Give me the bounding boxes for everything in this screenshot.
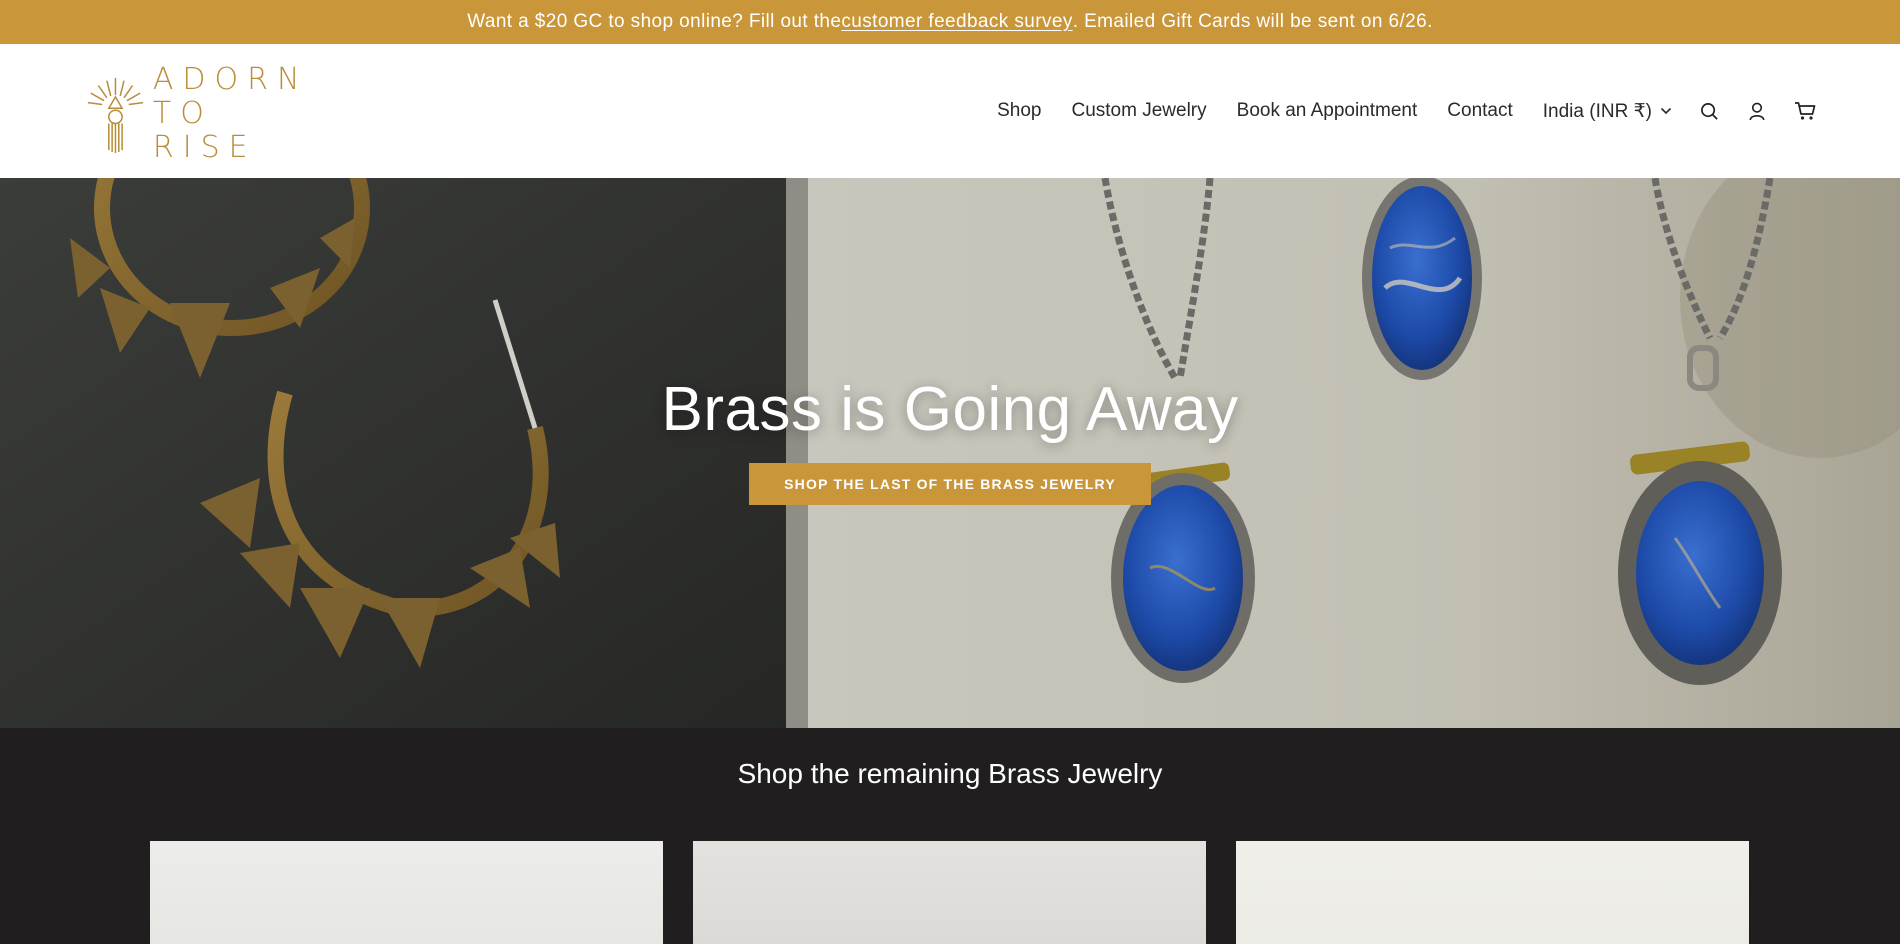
collection-title: Shop the remaining Brass Jewelry [737, 758, 1163, 789]
shop-brass-button[interactable]: SHOP THE LAST OF THE BRASS JEWELRY [749, 462, 1151, 505]
country-selector[interactable]: India (INR ₹) [1543, 100, 1672, 123]
cart-icon [1795, 102, 1816, 120]
feedback-survey-link[interactable]: customer feedback survey [841, 11, 1072, 33]
product-card[interactable] [693, 841, 1206, 944]
hero-banner: Brass is Going Away SHOP THE LAST OF THE… [0, 178, 1900, 728]
main-nav: Shop Custom Jewelry Book an Appointment … [997, 44, 1816, 178]
country-label: India (INR ₹) [1542, 100, 1652, 122]
brand-logo[interactable]: ADORN TO RISE [86, 62, 326, 165]
account-button[interactable] [1746, 100, 1768, 122]
brand-name-line2: TO RISE [152, 96, 257, 165]
nav-shop[interactable]: Shop [997, 100, 1041, 122]
nav-contact[interactable]: Contact [1447, 100, 1512, 122]
sun-emblem-icon [87, 77, 144, 153]
site-header: ADORN TO RISE Shop Custom Jewelry Book a… [0, 44, 1900, 178]
product-card[interactable] [1236, 841, 1749, 944]
chevron-down-icon [1660, 107, 1672, 115]
search-button[interactable] [1698, 100, 1720, 122]
hero-content: Brass is Going Away SHOP THE LAST OF THE… [0, 178, 1900, 728]
announcement-bar: Want a $20 GC to shop online? Fill out t… [0, 0, 1900, 44]
brand-name-line1: ADORN [152, 62, 309, 97]
brass-collection-section: Shop the remaining Brass Jewelry [0, 728, 1900, 944]
nav-book-appointment[interactable]: Book an Appointment [1237, 100, 1418, 122]
announcement-prefix: Want a $20 GC to shop online? Fill out t… [467, 11, 842, 32]
cart-button[interactable] [1794, 100, 1816, 122]
hero-title: Brass is Going Away [661, 374, 1239, 444]
announcement-suffix: . Emailed Gift Cards will be sent on 6/2… [1072, 11, 1433, 32]
nav-custom-jewelry[interactable]: Custom Jewelry [1071, 100, 1206, 122]
account-icon [1749, 102, 1765, 120]
product-card[interactable] [150, 841, 663, 944]
search-icon [1700, 102, 1718, 120]
